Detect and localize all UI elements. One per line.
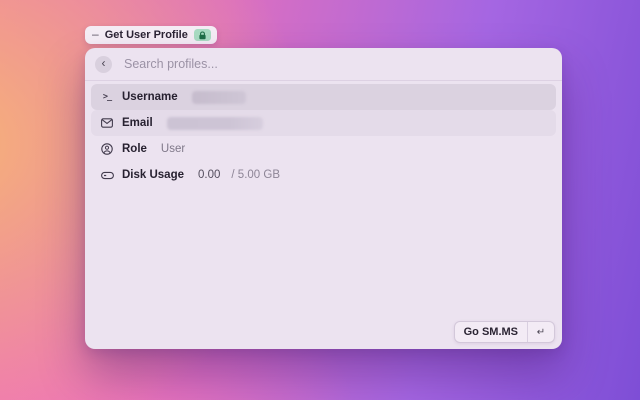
dash-icon: – [92,28,99,40]
role-value: User [161,143,185,155]
user-circle-icon [100,143,114,155]
redacted-email-value [167,117,263,130]
command-title: Get User Profile [105,29,188,41]
command-pill[interactable]: – Get User Profile [85,26,217,44]
row-label: Disk Usage [122,169,184,181]
desktop-background: – Get User Profile ‹ >_ Username [0,0,640,400]
terminal-prompt-icon: >_ [100,92,114,102]
primary-action-label: Go SM.MS [455,326,527,338]
enter-key-icon: ↵ [528,327,554,338]
search-bar: ‹ [85,48,562,80]
lock-badge [194,29,211,41]
redacted-username-value [192,91,246,104]
chevron-left-icon: ‹ [102,57,106,69]
list-item-role[interactable]: Role User [91,136,556,162]
app-window: ‹ >_ Username Email [85,48,562,349]
disk-usage-value: 0.00 [198,169,220,181]
search-input[interactable] [122,56,552,72]
row-label: Email [122,117,153,129]
primary-action-button[interactable]: Go SM.MS ↵ [454,321,555,343]
profile-detail-list: >_ Username Email [85,81,562,188]
row-label: Role [122,143,147,155]
list-item-disk-usage[interactable]: Disk Usage 0.00 / 5.00 GB [91,162,556,188]
envelope-icon [100,118,114,128]
list-item-email[interactable]: Email [91,110,556,136]
disk-usage-quota: / 5.00 GB [231,169,280,181]
list-item-username[interactable]: >_ Username [91,84,556,110]
lock-icon [198,31,207,40]
terminal-glyph: >_ [103,92,111,102]
row-label: Username [122,91,178,103]
hard-drive-icon [100,171,114,180]
action-bar: Go SM.MS ↵ [454,321,555,343]
back-button[interactable]: ‹ [95,56,112,73]
